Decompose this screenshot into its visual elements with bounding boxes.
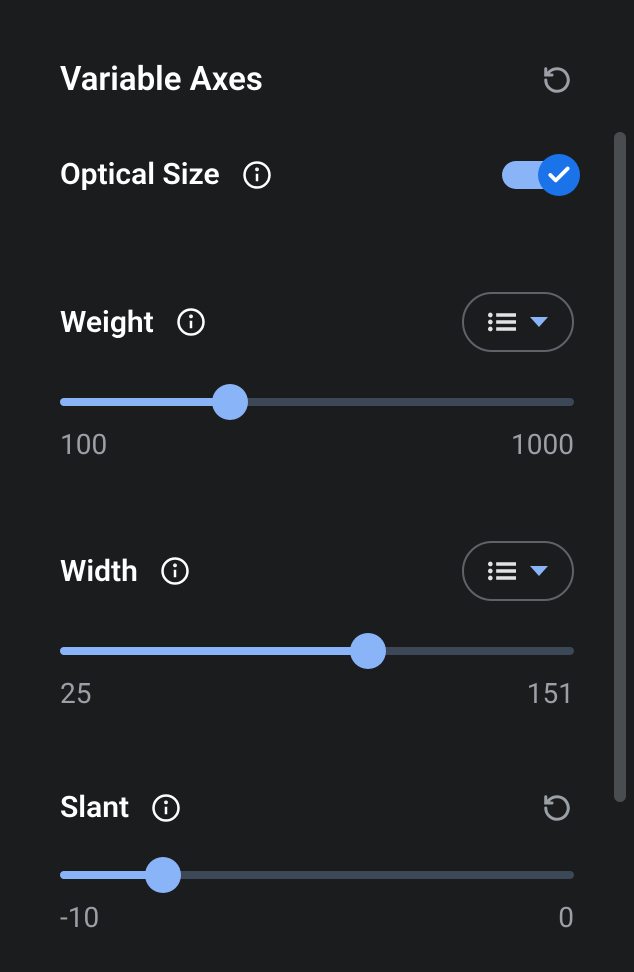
width-section: Width	[60, 541, 574, 710]
check-icon	[546, 162, 572, 188]
optical-size-row: Optical Size	[60, 157, 574, 192]
slant-slider-thumb[interactable]	[145, 857, 181, 893]
optical-size-label: Optical Size	[60, 157, 220, 192]
info-icon	[242, 160, 272, 190]
slant-info-button[interactable]	[151, 793, 181, 823]
optical-size-toggle[interactable]	[502, 161, 574, 189]
weight-max-label: 1000	[511, 428, 574, 461]
variable-axes-panel: Variable Axes Optical Size	[0, 0, 634, 954]
width-max-label: 151	[527, 677, 574, 710]
width-info-button[interactable]	[160, 556, 190, 586]
panel-title: Variable Axes	[60, 60, 263, 99]
width-min-label: 25	[60, 677, 91, 710]
reset-icon	[542, 65, 572, 95]
reset-icon	[542, 793, 572, 823]
width-slider[interactable]	[60, 647, 574, 655]
weight-info-button[interactable]	[176, 307, 206, 337]
slant-min-label: -10	[60, 901, 99, 934]
weight-section: Weight	[60, 292, 574, 461]
info-icon	[176, 307, 206, 337]
width-instances-dropdown[interactable]	[462, 541, 574, 601]
slant-label: Slant	[60, 790, 129, 825]
slant-section: Slant	[60, 790, 574, 934]
info-icon	[151, 793, 181, 823]
scrollbar-thumb[interactable]	[614, 132, 626, 802]
chevron-down-icon	[530, 566, 548, 576]
slant-reset-button[interactable]	[540, 791, 574, 825]
weight-label: Weight	[60, 305, 154, 340]
list-icon	[488, 561, 516, 581]
scrollbar[interactable]	[614, 132, 626, 802]
info-icon	[160, 556, 190, 586]
reset-all-button[interactable]	[540, 63, 574, 97]
weight-slider-thumb[interactable]	[212, 384, 248, 420]
weight-min-label: 100	[60, 428, 107, 461]
optical-size-info-button[interactable]	[242, 160, 272, 190]
weight-slider[interactable]	[60, 398, 574, 406]
slant-max-label: 0	[558, 901, 574, 934]
width-label: Width	[60, 554, 138, 589]
panel-header: Variable Axes	[60, 60, 574, 99]
chevron-down-icon	[530, 317, 548, 327]
weight-instances-dropdown[interactable]	[462, 292, 574, 352]
slant-slider[interactable]	[60, 871, 574, 879]
width-slider-thumb[interactable]	[350, 633, 386, 669]
list-icon	[488, 312, 516, 332]
